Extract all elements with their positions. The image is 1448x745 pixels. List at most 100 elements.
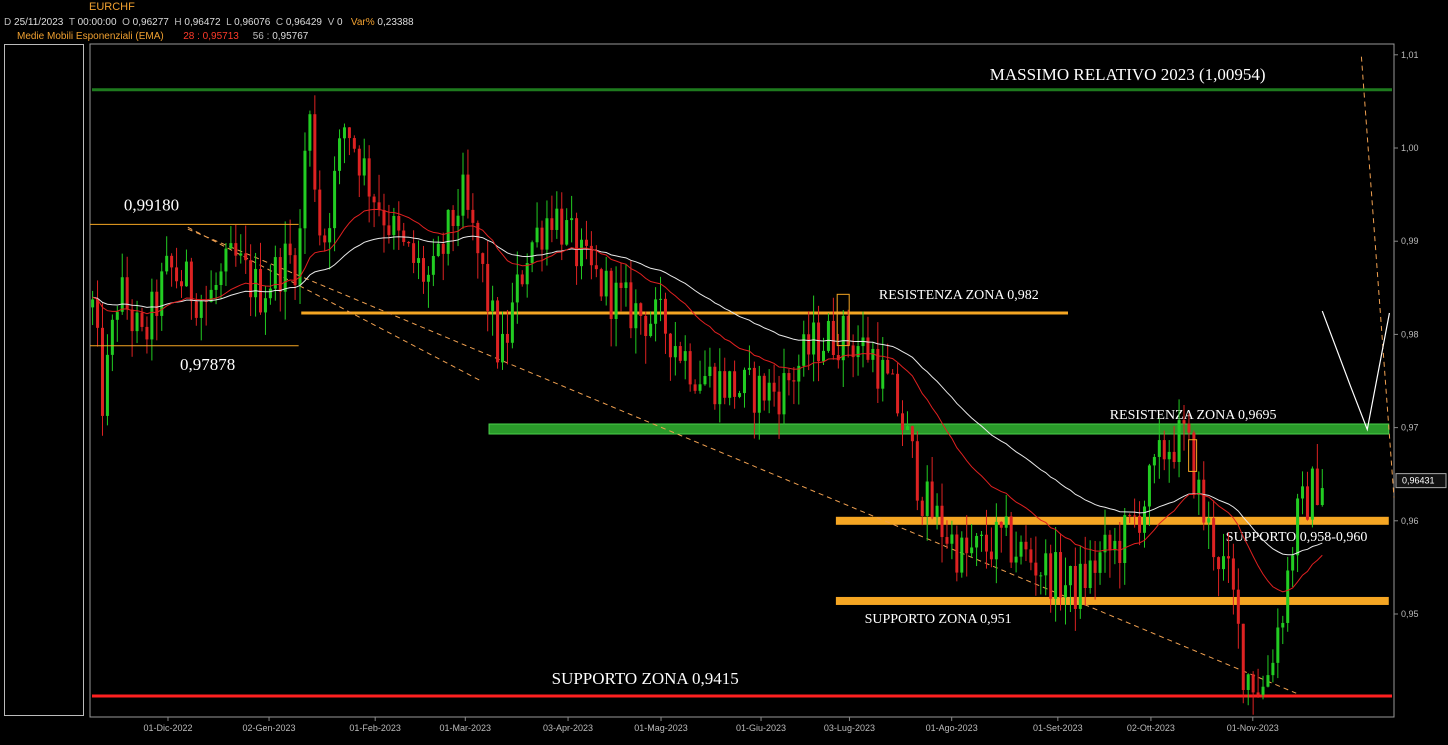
x-tick-label: 03-Lug-2023 xyxy=(824,723,875,733)
candle-body xyxy=(970,547,974,554)
level-label: SUPPORTO ZONA 0,9415 xyxy=(552,669,739,688)
candle-body xyxy=(333,170,337,229)
candle-body xyxy=(782,373,786,415)
candle-body xyxy=(1177,420,1181,463)
level-label: RESISTENZA ZONA 0,9695 xyxy=(1110,408,1277,423)
candle-body xyxy=(930,481,934,518)
candle-body xyxy=(1251,674,1255,693)
candle-body xyxy=(283,243,287,292)
candle-body xyxy=(1073,565,1077,609)
x-tick-label: 02-Ott-2023 xyxy=(1127,723,1175,733)
candle-body xyxy=(1098,552,1102,573)
candle-body xyxy=(441,243,445,254)
candlestick-chart[interactable]: MASSIMO RELATIVO 2023 (1,00954) RESISTENZ… xyxy=(0,0,1448,745)
candle-body xyxy=(1068,565,1072,586)
candle-body xyxy=(955,534,959,573)
candle-body xyxy=(975,535,979,548)
candle-body xyxy=(747,367,751,370)
x-tick-label: 01-Nov-2023 xyxy=(1227,723,1279,733)
candle-body xyxy=(703,376,707,385)
candle-body xyxy=(170,255,174,268)
candle-body xyxy=(545,218,549,250)
candle-body xyxy=(772,382,776,392)
candle-body xyxy=(1093,560,1097,573)
candle-body xyxy=(639,303,643,316)
candle-body xyxy=(91,299,95,308)
candle-body xyxy=(1024,541,1028,550)
candle-body xyxy=(560,208,564,245)
candle-body xyxy=(357,148,361,176)
x-tick-label: 01-Mar-2023 xyxy=(440,723,492,733)
candle-body xyxy=(466,174,470,210)
candle-body xyxy=(263,298,267,313)
candle-body xyxy=(570,218,574,221)
candle-body xyxy=(510,302,514,343)
x-tick-label: 01-Ago-2023 xyxy=(926,723,978,733)
candle-body xyxy=(347,127,351,139)
candle-body xyxy=(609,270,613,319)
resistance-band xyxy=(488,423,1390,435)
candle-body xyxy=(945,537,949,544)
candle-body xyxy=(244,253,248,261)
candle-body xyxy=(1138,515,1142,533)
candle-body xyxy=(718,371,722,405)
candle-body xyxy=(1217,557,1221,570)
candle-body xyxy=(446,209,450,254)
candle-body xyxy=(1152,456,1156,466)
level-label: MASSIMO RELATIVO 2023 (1,00954) xyxy=(990,65,1266,84)
candle-body xyxy=(1291,555,1295,571)
ema-28-line xyxy=(92,208,1323,593)
candle-body xyxy=(1133,515,1137,517)
candles xyxy=(91,95,1324,715)
candle-body xyxy=(372,196,376,203)
candle-body xyxy=(688,351,692,385)
candle-body xyxy=(1123,515,1127,564)
candle-body xyxy=(960,537,964,573)
candle-body xyxy=(1212,518,1216,558)
candle-body xyxy=(268,288,272,299)
candle-body xyxy=(1202,479,1206,523)
candle-body xyxy=(1241,623,1245,690)
horizontal-levels: MASSIMO RELATIVO 2023 (1,00954) RESISTENZ… xyxy=(92,65,1392,698)
candle-body xyxy=(693,384,697,391)
candle-body xyxy=(1261,686,1265,695)
y-tick-label: 0,99 xyxy=(1401,236,1419,246)
candle-body xyxy=(1009,516,1013,563)
candle-body xyxy=(659,298,663,300)
candle-body xyxy=(120,277,124,312)
candle-body xyxy=(742,369,746,394)
candle-body xyxy=(1236,589,1240,624)
candle-body xyxy=(881,359,885,389)
candle-body xyxy=(234,243,238,256)
candle-body xyxy=(708,366,712,377)
candle-body xyxy=(431,255,435,275)
candle-body xyxy=(352,138,356,149)
candle-body xyxy=(456,215,460,227)
candle-body xyxy=(678,346,682,361)
x-tick-label: 01-Mag-2023 xyxy=(634,723,688,733)
candle-body xyxy=(1301,486,1305,499)
candle-body xyxy=(1004,516,1008,528)
candle-body xyxy=(1226,556,1230,559)
candle-body xyxy=(471,209,475,223)
candle-body xyxy=(1266,675,1270,687)
candle-body xyxy=(915,441,919,501)
candle-body xyxy=(1162,440,1166,460)
candle-body xyxy=(481,253,485,264)
candle-body xyxy=(278,257,282,292)
y-tick-label: 0,96 xyxy=(1401,516,1419,526)
candle-body xyxy=(663,298,667,334)
candle-body xyxy=(1192,432,1196,495)
candle-body xyxy=(565,220,569,245)
candle-body xyxy=(1182,420,1186,424)
candle-body xyxy=(594,265,598,270)
candle-body xyxy=(668,333,672,358)
candle-body xyxy=(1034,562,1038,576)
candle-body xyxy=(905,426,909,431)
candle-body xyxy=(1296,498,1300,556)
candle-body xyxy=(856,346,860,358)
candle-body xyxy=(728,371,732,398)
candle-body xyxy=(733,371,737,397)
level-label: RESISTENZA ZONA 0,982 xyxy=(879,288,1039,303)
support-band xyxy=(835,596,1389,605)
